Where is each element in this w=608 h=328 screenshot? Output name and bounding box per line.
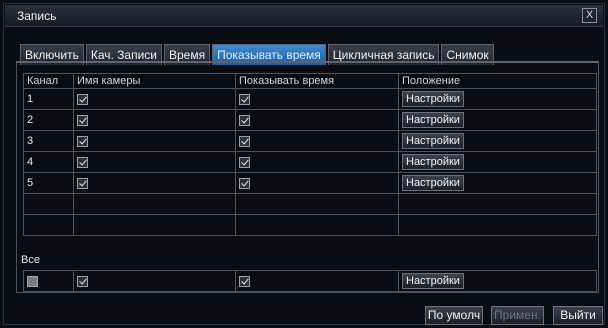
all-position-settings-button[interactable]: Настройки (402, 273, 464, 289)
show-time-checkbox[interactable] (239, 93, 250, 105)
empty-row (23, 214, 597, 236)
header-position: Положение (398, 73, 597, 89)
channel-number: 4 (23, 151, 74, 173)
position-settings-button[interactable]: Настройки (402, 133, 464, 149)
camera-name-checkbox[interactable] (77, 156, 88, 168)
show-time-panel: Канал Имя камеры Показывать время Положе… (16, 61, 599, 293)
all-label: Все (21, 254, 40, 266)
camera-name-checkbox[interactable] (77, 135, 88, 147)
table-row: 4 Настройки (23, 151, 597, 173)
position-settings-button[interactable]: Настройки (402, 91, 464, 107)
table-header-row: Канал Имя камеры Показывать время Положе… (23, 73, 597, 89)
table-row: 5 Настройки (23, 172, 597, 194)
title-bar: Запись X (5, 5, 603, 27)
channel-number: 2 (23, 109, 74, 131)
channel-number: 3 (23, 130, 74, 152)
dialog-title: Запись (17, 9, 57, 23)
camera-name-checkbox[interactable] (77, 177, 88, 189)
show-time-checkbox[interactable] (239, 114, 250, 126)
table-row: 2 Настройки (23, 109, 597, 131)
camera-name-checkbox[interactable] (77, 114, 88, 126)
empty-row (23, 193, 597, 215)
exit-button[interactable]: Выйти (553, 306, 603, 325)
table-row: 1 Настройки (23, 88, 597, 110)
show-time-checkbox[interactable] (239, 135, 250, 147)
all-channels-checkbox[interactable] (27, 275, 38, 287)
table-row: 3 Настройки (23, 130, 597, 152)
apply-button[interactable]: Примен. (491, 306, 544, 325)
default-button[interactable]: По умолч (425, 306, 483, 325)
position-settings-button[interactable]: Настройки (402, 154, 464, 170)
header-channel: Канал (23, 73, 74, 89)
channel-table: Канал Имя камеры Показывать время Положе… (23, 73, 597, 236)
all-show-time-checkbox[interactable] (239, 275, 250, 287)
channel-number: 1 (23, 88, 74, 110)
camera-name-checkbox[interactable] (77, 93, 88, 105)
header-show-time: Показывать время (235, 73, 399, 89)
all-row: Настройки (23, 270, 597, 292)
show-time-checkbox[interactable] (239, 156, 250, 168)
position-settings-button[interactable]: Настройки (402, 112, 464, 128)
show-time-checkbox[interactable] (239, 177, 250, 189)
position-settings-button[interactable]: Настройки (402, 175, 464, 191)
header-camera-name: Имя камеры (73, 73, 236, 89)
all-camera-name-checkbox[interactable] (77, 275, 88, 287)
close-icon[interactable]: X (582, 8, 597, 23)
channel-number: 5 (23, 172, 74, 194)
all-row-table: Настройки (23, 270, 597, 292)
